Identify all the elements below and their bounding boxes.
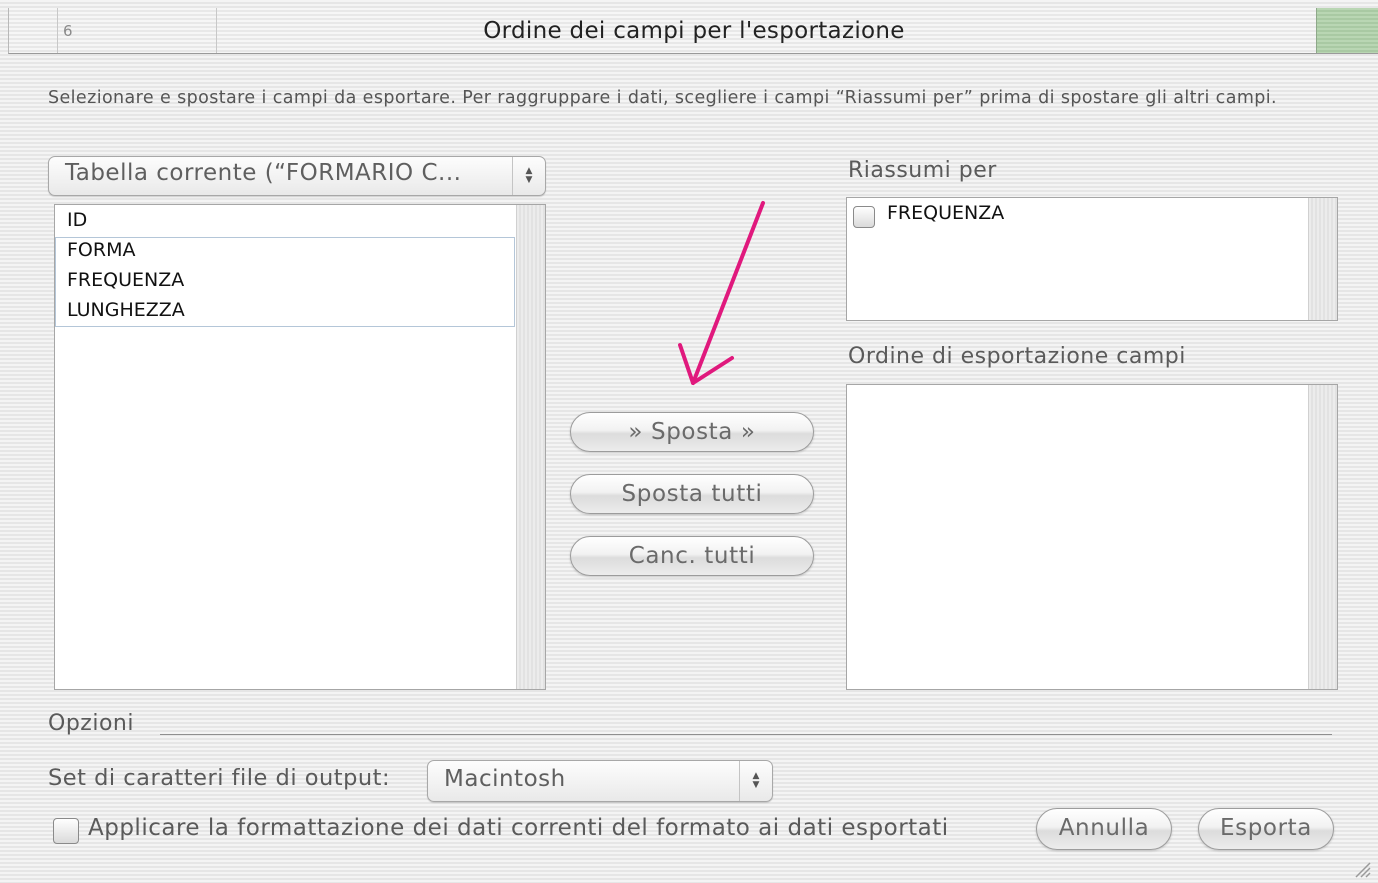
summarize-list[interactable]: FREQUENZA — [846, 197, 1338, 321]
move-all-button[interactable]: Sposta tutti — [570, 474, 814, 514]
table-popup-label: Tabella corrente (“FORMARIO C... — [65, 160, 462, 186]
summarize-list-scrollbar[interactable] — [1308, 198, 1337, 320]
table-popup[interactable]: Tabella corrente (“FORMARIO C... ▲ ▼ — [48, 156, 546, 196]
popup-arrows-icon: ▲ ▼ — [512, 157, 545, 195]
move-button[interactable]: » Sposta » — [570, 412, 814, 452]
export-order-scrollbar[interactable] — [1308, 385, 1337, 689]
export-order-list[interactable] — [846, 384, 1338, 690]
window-title: Ordine dei campi per l'esportazione — [483, 18, 905, 44]
popup-arrows-icon: ▲ ▼ — [739, 761, 772, 801]
summarize-checkbox-frequenza[interactable] — [853, 206, 875, 228]
apply-format-label[interactable]: Applicare la formattazione dei dati corr… — [88, 815, 949, 841]
field-item-forma[interactable]: FORMA — [67, 239, 135, 261]
resize-grip-icon[interactable] — [1352, 859, 1372, 879]
field-item-frequenza[interactable]: FREQUENZA — [67, 269, 184, 291]
cancel-button[interactable]: Annulla — [1036, 808, 1172, 850]
arrow-annotation-icon — [678, 201, 765, 385]
title-bar[interactable]: 6 Ordine dei campi per l'esportazione — [8, 8, 1378, 54]
export-button[interactable]: Esporta — [1198, 808, 1334, 850]
field-item-lunghezza[interactable]: LUNGHEZZA — [67, 299, 185, 321]
source-list-scrollbar[interactable] — [516, 205, 545, 689]
charset-value: Macintosh — [444, 766, 566, 792]
export-order-label: Ordine di esportazione campi — [848, 344, 1186, 369]
summarize-label: Riassumi per — [848, 158, 997, 183]
options-divider — [160, 734, 1332, 735]
field-item-id[interactable]: ID — [67, 209, 87, 231]
source-field-list[interactable]: ID FORMA FREQUENZA LUNGHEZZA — [54, 204, 546, 690]
clear-all-button[interactable]: Canc. tutti — [570, 536, 814, 576]
options-label: Opzioni — [48, 711, 134, 736]
apply-format-checkbox[interactable] — [53, 818, 79, 844]
summarize-item-label: FREQUENZA — [887, 202, 1005, 224]
charset-label: Set di caratteri file di output: — [48, 765, 391, 791]
charset-popup[interactable]: Macintosh ▲ ▼ — [427, 760, 773, 802]
instructions-text: Selezionare e spostare i campi da esport… — [48, 88, 1278, 108]
